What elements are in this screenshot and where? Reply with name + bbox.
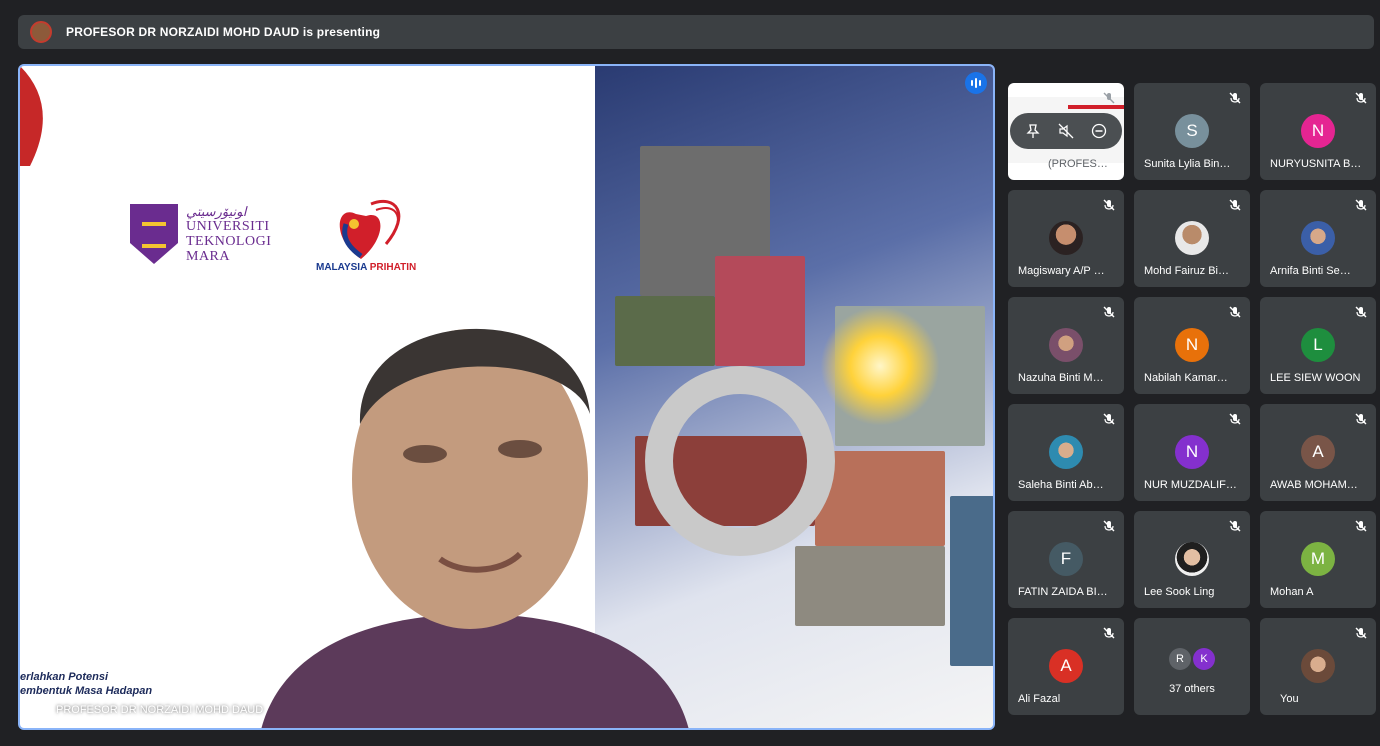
participant-photo <box>1049 221 1083 255</box>
others-count: 37 others <box>1169 683 1215 695</box>
uitm-line-3: MARA <box>186 249 231 264</box>
mic-off-icon <box>1103 199 1115 211</box>
participant-avatar: L <box>1301 328 1335 362</box>
participant-name: (PROFES… <box>1048 158 1108 170</box>
participant-avatar: N <box>1301 114 1335 148</box>
presenting-title: PROFESOR DR NORZAIDI MOHD DAUD is presen… <box>66 25 381 39</box>
tile-hover-controls <box>1010 113 1122 149</box>
presenter-name-overlay: PROFESOR DR NORZAIDI MOHD DAUD <box>30 702 263 718</box>
mic-off-icon <box>1355 627 1367 639</box>
participant-name: Arnifa Binti Se… <box>1270 265 1351 277</box>
presenter-video-feed <box>261 328 689 728</box>
participant-tile-presenter-screen[interactable]: (PROFES… <box>1008 83 1124 180</box>
participant-tile[interactable]: N NUR MUZDALIF… <box>1134 404 1250 501</box>
participant-name: Nazuha Binti M… <box>1018 372 1104 384</box>
mic-off-icon <box>1103 413 1115 425</box>
participant-name: Magiswary A/P … <box>1018 265 1105 277</box>
participant-photo <box>1301 221 1335 255</box>
participant-photo <box>1175 542 1209 576</box>
participant-avatar: S <box>1175 114 1209 148</box>
mic-off-icon <box>1229 92 1241 104</box>
participant-name: Sunita Lylia Bin… <box>1144 158 1231 170</box>
mic-off-icon <box>1229 306 1241 318</box>
others-avatars: R K <box>1169 648 1215 670</box>
mic-off-icon <box>1103 92 1115 104</box>
mic-off-icon <box>1229 413 1241 425</box>
others-avatar: R <box>1169 648 1191 670</box>
remove-icon[interactable] <box>1091 123 1107 139</box>
participant-name: Lee Sook Ling <box>1144 586 1215 598</box>
mute-audio-icon[interactable] <box>1058 123 1074 139</box>
mic-off-icon <box>1103 627 1115 639</box>
participant-tile[interactable]: S Sunita Lylia Bin… <box>1134 83 1250 180</box>
participant-avatar: M <box>1301 542 1335 576</box>
participant-name: FATIN ZAIDA BI… <box>1018 586 1108 598</box>
mic-off-icon <box>1355 92 1367 104</box>
participant-name: Ali Fazal <box>1018 693 1061 705</box>
presenter-name-label: PROFESOR DR NORZAIDI MOHD DAUD <box>56 704 264 716</box>
speaking-indicator-icon <box>965 72 987 94</box>
mic-off-icon <box>1355 520 1367 532</box>
participant-name: Saleha Binti Ab… <box>1018 479 1104 491</box>
participant-tile[interactable]: N NURYUSNITA B… <box>1260 83 1376 180</box>
participant-tile[interactable]: A Ali Fazal <box>1008 618 1124 715</box>
participant-tile[interactable]: Lee Sook Ling <box>1134 511 1250 608</box>
uitm-logo: ﺍﻮﻧﻴﯚﺭﺳﻴﺘﻲ UNIVERSITI TEKNOLOGI MARA <box>130 204 271 264</box>
self-tile[interactable]: You <box>1260 618 1376 715</box>
participant-avatar: A <box>1301 435 1335 469</box>
participant-tile[interactable]: F FATIN ZAIDA BI… <box>1008 511 1124 608</box>
participant-tile[interactable]: Mohd Fairuz Bi… <box>1134 190 1250 287</box>
participant-name: AWAB MOHAM… <box>1270 479 1358 491</box>
slide-footer-tagline: erlahkan Potensi embentuk Masa Hadapan <box>20 670 152 698</box>
participant-tile[interactable]: L LEE SIEW WOON <box>1260 297 1376 394</box>
participant-photo <box>1049 328 1083 362</box>
mic-off-icon <box>1355 306 1367 318</box>
participant-photo <box>1049 435 1083 469</box>
participant-tile[interactable]: A AWAB MOHAM… <box>1260 404 1376 501</box>
participant-tile[interactable]: Nazuha Binti M… <box>1008 297 1124 394</box>
participant-avatar: A <box>1049 649 1083 683</box>
slide-sunburst <box>820 306 940 426</box>
participant-name: You <box>1280 693 1299 705</box>
mic-off-icon <box>1103 520 1115 532</box>
participants-grid: (PROFES… S Sunita Lylia Bin… N NURYUSNIT… <box>1008 83 1378 715</box>
mic-off-icon <box>1103 306 1115 318</box>
participant-name: LEE SIEW WOON <box>1270 372 1361 384</box>
others-avatar: K <box>1193 648 1215 670</box>
slide-footer-line-2: embentuk Masa Hadapan <box>20 685 153 697</box>
mic-off-icon <box>1355 413 1367 425</box>
participant-tile[interactable]: Arnifa Binti Se… <box>1260 190 1376 287</box>
pin-icon[interactable] <box>30 702 44 718</box>
presenter-avatar <box>30 21 52 43</box>
main-presentation-tile[interactable]: ﺍﻮﻧﻴﯚﺭﺳﻴﺘﻲ UNIVERSITI TEKNOLOGI MARA MAL… <box>18 64 995 730</box>
participant-photo <box>1301 649 1335 683</box>
uitm-jawi-text: ﺍﻮﻧﻴﯚﺭﺳﻴﺘﻲ <box>186 204 247 219</box>
mic-off-icon <box>1229 520 1241 532</box>
presenting-banner: PROFESOR DR NORZAIDI MOHD DAUD is presen… <box>18 15 1374 49</box>
participant-name: Mohd Fairuz Bi… <box>1144 265 1229 277</box>
uitm-crest-icon <box>130 204 178 264</box>
slide-decor-curve <box>20 66 43 166</box>
presentation-slide: ﺍﻮﻧﻴﯚﺭﺳﻴﺘﻲ UNIVERSITI TEKNOLOGI MARA MAL… <box>20 66 993 728</box>
participant-tile[interactable]: N Nabilah Kamar… <box>1134 297 1250 394</box>
participant-tile[interactable]: Saleha Binti Ab… <box>1008 404 1124 501</box>
participant-avatar: F <box>1049 542 1083 576</box>
pin-icon[interactable] <box>1025 123 1041 139</box>
others-tile[interactable]: R K 37 others <box>1134 618 1250 715</box>
mic-off-icon <box>1355 199 1367 211</box>
slide-footer-line-1: erlahkan Potensi <box>20 671 109 683</box>
uitm-line-2: TEKNOLOGI <box>186 234 272 249</box>
mic-off-icon <box>1229 199 1241 211</box>
uitm-line-1: UNIVERSITI <box>186 219 270 234</box>
participant-name: Nabilah Kamar… <box>1144 372 1228 384</box>
participant-name: NURYUSNITA B… <box>1270 158 1362 170</box>
participant-avatar: N <box>1175 328 1209 362</box>
participant-name: NUR MUZDALIF… <box>1144 479 1237 491</box>
participant-name: Mohan A <box>1270 586 1314 598</box>
participant-tile[interactable]: M Mohan A <box>1260 511 1376 608</box>
participant-tile[interactable]: Magiswary A/P … <box>1008 190 1124 287</box>
participant-photo <box>1175 221 1209 255</box>
participant-avatar: N <box>1175 435 1209 469</box>
